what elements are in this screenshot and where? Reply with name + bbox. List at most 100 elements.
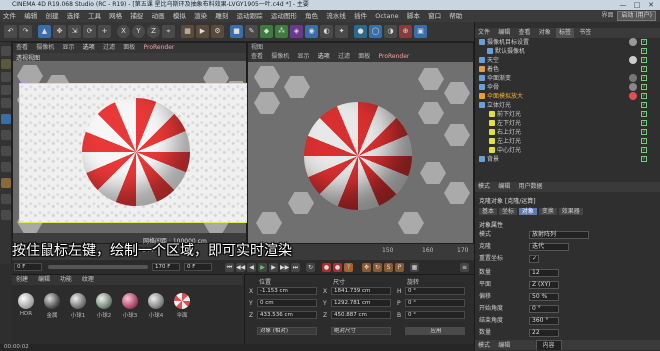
edges-mode-icon[interactable] [1, 85, 11, 95]
texture-mode-icon[interactable] [1, 59, 11, 69]
attr-subtab[interactable]: 对象 [518, 208, 537, 215]
move-icon[interactable]: ✥ [53, 25, 66, 38]
solo-icon[interactable] [1, 194, 11, 204]
viewport-menu-item[interactable]: 面板 [120, 43, 138, 53]
key-rotation-icon[interactable]: ↻ [373, 263, 382, 272]
object-row[interactable]: 左上灯光 ✓ [475, 137, 660, 146]
viewport-menu-item[interactable]: 查看 [248, 52, 266, 62]
menu-item[interactable]: 角色 [302, 10, 321, 22]
object-row[interactable]: 前下灯光 ✓ [475, 110, 660, 119]
next-frame-icon[interactable]: ▶ [269, 263, 278, 272]
viewport-menu-item[interactable]: 选项 [80, 43, 98, 53]
snap-settings-icon[interactable] [1, 146, 11, 156]
deformer-icon[interactable]: ◈ [290, 25, 303, 38]
key-scale-icon[interactable]: S [384, 263, 393, 272]
object-row[interactable]: 立体灯光 ✓ [475, 101, 660, 110]
viewport-menu-item[interactable]: 查看 [13, 43, 31, 53]
menu-item[interactable]: 网格 [106, 10, 125, 22]
menu-item[interactable]: 插件 [351, 10, 370, 22]
viewport-menu-item[interactable]: 显示 [60, 43, 78, 53]
render-settings-icon[interactable]: ⚙ [211, 25, 224, 38]
grid-icon[interactable]: ▣ [414, 25, 427, 38]
material-swatch[interactable] [148, 293, 164, 309]
attr-menu-item[interactable]: 用户数据 [516, 182, 546, 192]
record-icon[interactable]: ● [322, 263, 331, 272]
material-swatch[interactable] [44, 293, 60, 309]
key-grid-icon[interactable]: ▦ [410, 263, 419, 272]
position-x-field[interactable]: -1.153 cm [257, 287, 317, 295]
menu-item[interactable]: 渲染 [191, 10, 210, 22]
clone-dropdown[interactable]: 迭代 [529, 243, 569, 251]
size-z-field[interactable]: 450.887 cm [331, 311, 391, 319]
object-row[interactable]: 伞骨 ✓ [475, 83, 660, 92]
menu-item[interactable]: 流水线 [323, 10, 349, 22]
object-row[interactable]: 中心灯光 ✓ [475, 146, 660, 155]
material-menu-item[interactable]: 编辑 [34, 276, 54, 283]
keyframe-icon[interactable]: ? [344, 263, 353, 272]
axis-mode-icon[interactable] [1, 114, 11, 124]
interface-selector[interactable]: 界面 启动 (用户) [601, 10, 656, 22]
add-icon[interactable]: + [98, 25, 111, 38]
cube-icon[interactable]: ■ [230, 25, 243, 38]
menu-item[interactable]: 模拟 [170, 10, 189, 22]
minimize-button[interactable]: — [616, 0, 630, 10]
python-icon[interactable]: ◑ [384, 25, 397, 38]
points-mode-icon[interactable] [1, 72, 11, 82]
viewport-menu-item[interactable]: 显示 [295, 52, 313, 62]
end-angle-field[interactable]: 360 ° [529, 317, 559, 325]
menu-item[interactable]: 运动跟踪 [234, 10, 266, 22]
loop-icon[interactable]: ↻ [306, 263, 315, 272]
object-menu-item[interactable]: 查看 [516, 28, 534, 38]
material-swatch[interactable] [174, 293, 190, 309]
render-region[interactable] [19, 83, 251, 223]
attr-menu-item[interactable]: 模式 [475, 341, 493, 350]
reset-coords-checkbox[interactable]: ✓ [529, 255, 539, 263]
first-frame-icon[interactable]: ⏮ [225, 263, 234, 272]
plane-dropdown[interactable]: Z (XY) [529, 281, 559, 289]
start-frame-field[interactable]: 0 F [14, 263, 42, 271]
object-menu-item[interactable]: 书签 [576, 28, 594, 38]
last-frame-icon[interactable]: ⏭ [291, 263, 300, 272]
scene-icon[interactable]: ◉ [305, 25, 318, 38]
maximize-button[interactable]: □ [630, 0, 644, 10]
object-menu-item[interactable]: 对象 [536, 28, 554, 38]
rotation-h-field[interactable]: 0 ° [405, 287, 465, 295]
material-swatch[interactable] [122, 293, 138, 309]
viewport-menu-item[interactable]: 摄像机 [33, 43, 57, 53]
object-row[interactable]: 天空 ✓ [475, 56, 660, 65]
object-row[interactable]: 着色 ✓ [475, 65, 660, 74]
start-angle-field[interactable]: 0 ° [529, 305, 559, 313]
position-z-field[interactable]: 433.536 cm [257, 311, 317, 319]
attr-subtab[interactable]: 效果器 [558, 208, 583, 215]
timeline-menu-icon[interactable]: ≡ [460, 263, 469, 272]
size-x-field[interactable]: 1841.739 cm [331, 287, 391, 295]
menu-item[interactable]: 文件 [0, 10, 19, 22]
rotation-p-field[interactable]: 0 ° [405, 299, 465, 307]
left-viewport[interactable]: 查看 摄像机 显示 选项 过滤 面板 ProRender 透视视图 网格间距 :… [12, 42, 251, 245]
viewport-menu-item[interactable]: 过滤 [335, 52, 353, 62]
menu-item[interactable]: 创建 [42, 10, 61, 22]
position-y-field[interactable]: 0 cm [257, 299, 317, 307]
prev-key-icon[interactable]: ◀◀ [236, 263, 245, 272]
menu-item[interactable]: 工具 [85, 10, 104, 22]
current-frame-field[interactable]: 0 F [184, 263, 212, 271]
viewport-tab-label[interactable]: 视图 [248, 43, 266, 52]
pen-icon[interactable]: ✎ [245, 25, 258, 38]
object-row[interactable]: 默认摄像机 ✓ [475, 47, 660, 56]
object-menu-item[interactable]: 编辑 [495, 28, 513, 38]
sphere-icon[interactable]: ◯ [369, 25, 382, 38]
material-menu-item[interactable]: 纹理 [78, 276, 98, 283]
camera-icon[interactable]: ◐ [320, 25, 333, 38]
object-row-selected[interactable]: 伞面模拟放大 ✓ [475, 92, 660, 101]
menu-item[interactable]: 雕刻 [212, 10, 231, 22]
lock-icon[interactable] [1, 178, 11, 188]
menu-item[interactable]: 窗口 [425, 10, 444, 22]
object-row[interactable]: 右上灯光 ✓ [475, 128, 660, 137]
viewport-menu-item[interactable]: ProRender [141, 43, 178, 53]
frame-range-slider[interactable] [48, 265, 148, 269]
menu-item[interactable]: 帮助 [446, 10, 465, 22]
close-button[interactable]: ✕ [644, 0, 658, 10]
next-key-icon[interactable]: ▶▶ [280, 263, 289, 272]
menu-item[interactable]: 编辑 [21, 10, 40, 22]
snap-icon[interactable]: ⊕ [399, 25, 412, 38]
